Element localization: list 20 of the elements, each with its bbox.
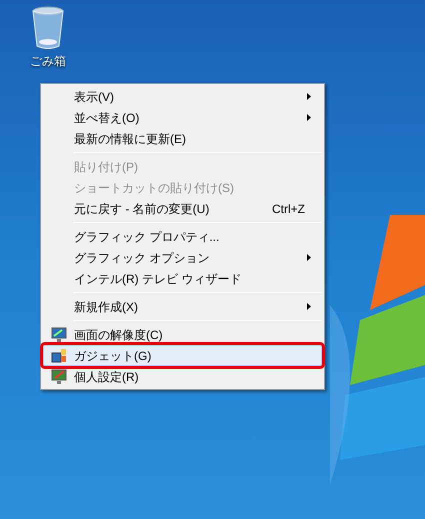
- menu-item[interactable]: 個人設定(R): [43, 366, 322, 387]
- submenu-arrow-icon: [307, 254, 311, 261]
- menu-item[interactable]: グラフィック プロパティ...: [43, 226, 322, 247]
- menu-item[interactable]: 並べ替え(O): [43, 107, 322, 128]
- menu-item[interactable]: グラフィック オプション: [43, 247, 322, 268]
- personalize-icon: [51, 368, 67, 384]
- submenu-arrow-icon: [307, 303, 311, 310]
- menu-item[interactable]: インテル(R) テレビ ウィザード: [43, 268, 322, 289]
- desktop-icon-label: ごみ箱: [30, 53, 66, 70]
- trash-bin-icon[interactable]: [31, 6, 65, 50]
- menu-item[interactable]: 最新の情報に更新(E): [43, 128, 322, 149]
- menu-item[interactable]: 元に戻す - 名前の変更(U) Ctrl+Z: [43, 198, 322, 219]
- submenu-arrow-icon: [307, 93, 311, 100]
- monitor-icon: [51, 326, 67, 342]
- menu-item[interactable]: 画面の解像度(C): [43, 324, 322, 345]
- menu-item[interactable]: 表示(V): [43, 86, 322, 107]
- menu-item[interactable]: 新規作成(X): [43, 296, 322, 317]
- submenu-arrow-icon: [307, 114, 311, 121]
- menu-item[interactable]: ガジェット(G): [43, 345, 322, 366]
- gadget-icon: [51, 348, 67, 364]
